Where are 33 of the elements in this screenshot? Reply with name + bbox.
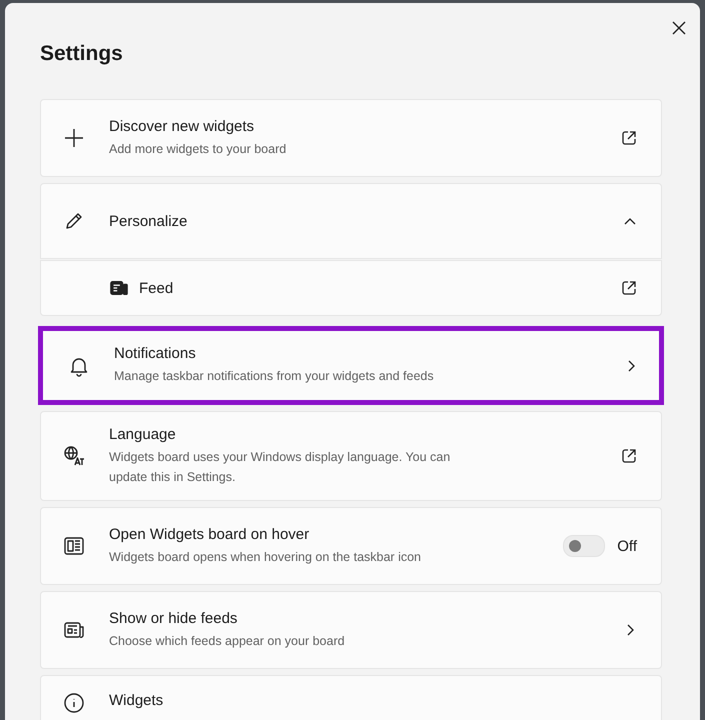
external-link-icon <box>621 130 637 146</box>
item-title: Open Widgets board on hover <box>109 526 310 542</box>
close-icon <box>672 21 686 35</box>
settings-item[interactable]: Personalize <box>40 183 662 259</box>
plus-icon <box>63 127 85 149</box>
info-icon <box>63 692 85 714</box>
settings-item[interactable]: Discover new widgets Add more widgets to your board <box>40 99 662 177</box>
settings-item[interactable]: Widgets <box>40 675 662 720</box>
item-title: Discover new widgets <box>109 118 256 134</box>
toggle-switch[interactable] <box>563 535 606 557</box>
item-description: Widgets board opens when hovering on the taskbar icon <box>109 548 422 566</box>
settings-item[interactable]: Notifications Manage taskbar notifications from your widgets and feeds <box>38 326 664 405</box>
toggle-state-label: Off <box>617 538 637 554</box>
settings-item[interactable]: Feed <box>40 260 662 316</box>
external-link-icon <box>621 280 637 296</box>
external-link-icon <box>621 448 637 464</box>
item-title: Widgets <box>109 692 164 709</box>
settings-item[interactable]: Language Widgets board uses your Windows display language. You can update this in Settings. <box>40 411 662 501</box>
item-title: Personalize <box>109 212 188 230</box>
layout-icon <box>63 535 85 557</box>
item-title: Show or hide feeds <box>109 610 238 626</box>
language-icon <box>63 445 85 467</box>
window-title: Settings <box>40 41 124 63</box>
settings-item[interactable]: Open Widgets board on hover Widgets board opens when hovering on the taskbar icon Off <box>40 507 662 585</box>
item-description: Choose which feeds appear on your board <box>109 632 346 650</box>
item-description: Add more widgets to your board <box>109 140 288 158</box>
feed-icon <box>109 278 129 298</box>
item-title: Feed <box>139 280 174 296</box>
item-title: Notifications <box>114 345 197 362</box>
item-title: Language <box>109 426 177 442</box>
item-description: Manage taskbar notifications from your widgets and feeds <box>114 368 435 385</box>
settings-item[interactable]: Show or hide feeds Choose which feeds appear on your board <box>40 591 662 669</box>
item-description: Widgets board uses your Windows display language. You can update this in Settings. <box>109 448 452 486</box>
